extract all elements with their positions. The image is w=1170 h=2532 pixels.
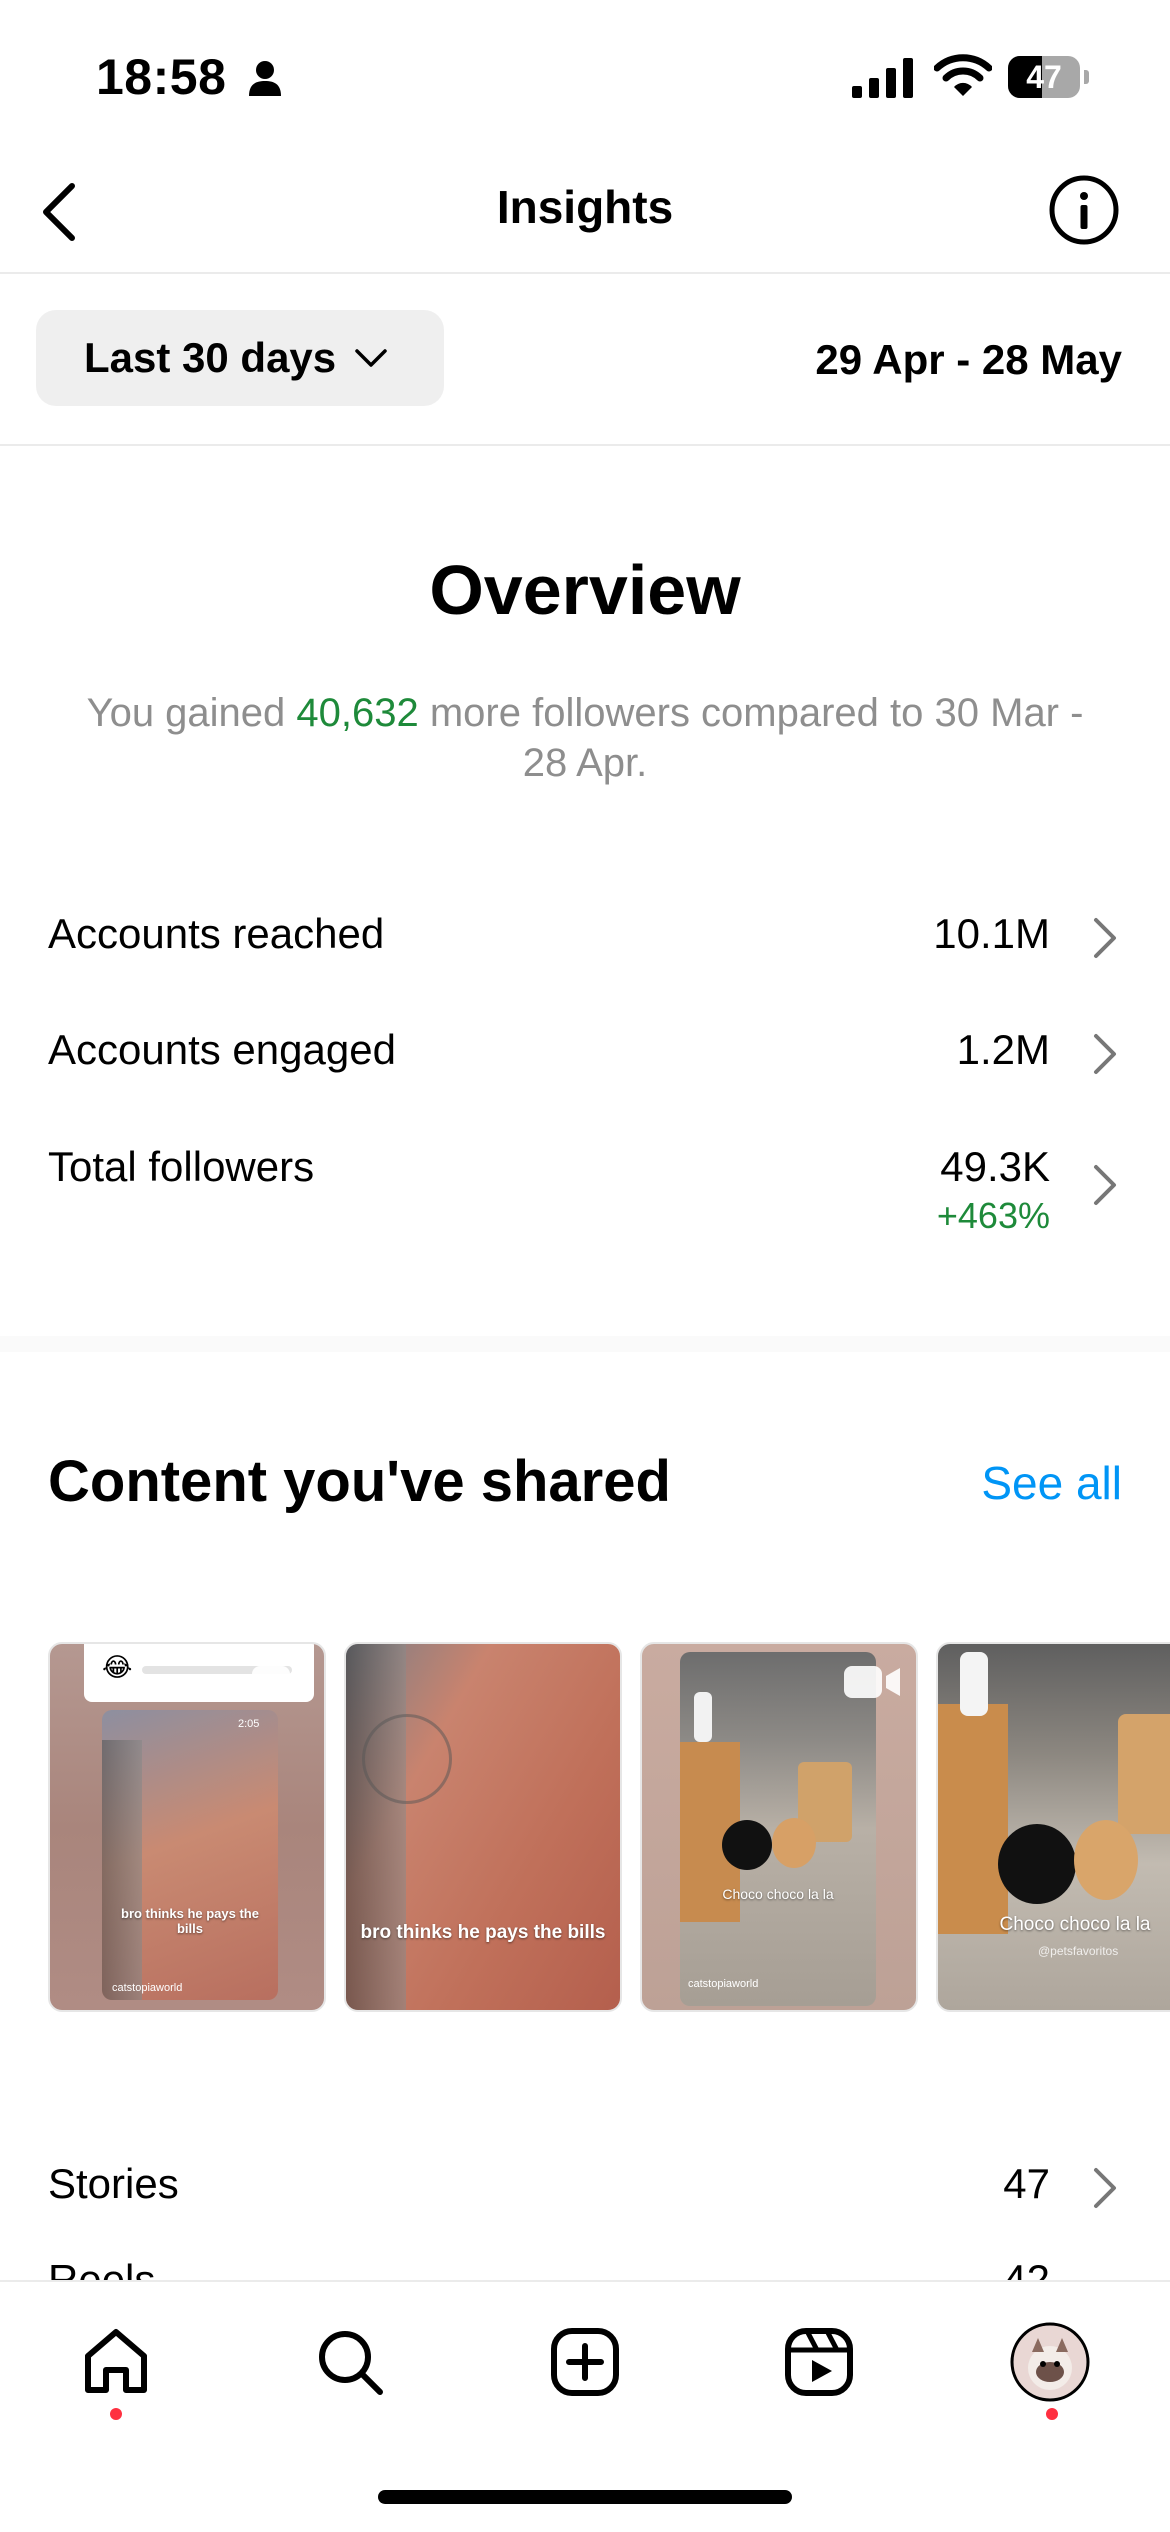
content-thumbnail[interactable]: Choco choco la la @petsfavoritos: [936, 1642, 1170, 2012]
video-camera-icon: [844, 1666, 900, 1698]
content-shared-title: Content you've shared: [48, 1449, 671, 1514]
story-preview: 2:05 bro thinks he pays the bills catsto…: [102, 1710, 278, 2000]
profile-avatar: [1010, 2322, 1090, 2402]
home-icon: [85, 2329, 147, 2393]
cellular-signal-icon: [852, 58, 913, 98]
status-time: 18:58: [96, 49, 227, 105]
overview-title: Overview: [429, 551, 741, 629]
section-divider: [0, 1336, 1170, 1352]
content-thumbnails: 😂 2:05 bro thinks he pays the bills cats…: [48, 1642, 1170, 2014]
metric-row-total-followers[interactable]: Total followers 49.3K +463%: [0, 1113, 1170, 1253]
battery-level-text: 47: [1026, 59, 1062, 95]
thumbnail-handle: catstopiaworld: [112, 1982, 183, 1994]
search-icon: [319, 2331, 383, 2395]
metric-value: 49.3K: [940, 1143, 1050, 1190]
content-thumbnail[interactable]: bro thinks he pays the bills: [344, 1642, 622, 2012]
reels-icon: [785, 2328, 853, 2396]
date-range-label: Last 30 days: [84, 334, 337, 381]
date-filter-row: Last 30 days 29 Apr - 28 May: [0, 274, 1170, 446]
see-all-link[interactable]: See all: [981, 1456, 1122, 1510]
thumbnail-caption: Choco choco la la: [999, 1914, 1151, 1935]
stories-row[interactable]: Stories 47: [0, 2130, 1170, 2230]
tab-create[interactable]: [545, 2322, 625, 2402]
battery-indicator: 47: [1008, 56, 1089, 98]
person-icon: [249, 61, 281, 96]
content-thumbnail[interactable]: 😂 2:05 bro thinks he pays the bills cats…: [48, 1642, 326, 2012]
overview-summary: You gained 40,632 more followers compare…: [80, 688, 1090, 788]
thumbnail-handle: catstopiaworld: [688, 1978, 759, 1990]
reels-label: Reels: [48, 2256, 156, 2282]
wifi-icon: [934, 54, 992, 96]
chevron-right-icon: [1094, 1034, 1116, 1074]
metric-label: Total followers: [48, 1143, 315, 1190]
status-bar: 18:58 47: [0, 0, 1170, 150]
thumbnail-caption: bro thinks he pays the bills: [121, 1906, 259, 1936]
home-indicator: [378, 2490, 792, 2504]
date-range-text: 29 Apr - 28 May: [815, 336, 1122, 383]
summary-prefix: You gained: [86, 691, 297, 735]
story-time: 2:05: [238, 1718, 260, 1730]
stories-label: Stories: [48, 2160, 179, 2207]
summary-suffix: more followers compared to 30 Mar - 28 A…: [418, 691, 1084, 785]
notification-dot: [1046, 2408, 1058, 2420]
metric-row-accounts-reached[interactable]: Accounts reached 10.1M: [0, 880, 1170, 980]
notification-dot: [110, 2408, 122, 2420]
info-icon[interactable]: [1048, 174, 1120, 246]
thumbnail-handle: @petsfavoritos: [1038, 1944, 1119, 1958]
story-preview: Choco choco la la catstopiaworld: [680, 1652, 876, 2006]
metric-row-accounts-engaged[interactable]: Accounts engaged 1.2M: [0, 996, 1170, 1096]
content-thumbnail[interactable]: Choco choco la la catstopiaworld: [640, 1642, 918, 2012]
metric-change: +463%: [936, 1195, 1050, 1236]
laughing-emoji: 😂: [102, 1652, 133, 1682]
tab-home[interactable]: [76, 2322, 156, 2402]
reels-count: 42: [1003, 2256, 1050, 2282]
thumbnail-caption: bro thinks he pays the bills: [360, 1922, 606, 1943]
chevron-right-icon: [1094, 1165, 1116, 1205]
chevron-right-icon: [1094, 918, 1116, 958]
metric-value: 1.2M: [956, 1026, 1050, 1073]
page-title: Insights: [496, 181, 674, 233]
thumbnail-caption: Choco choco la la: [722, 1886, 834, 1902]
metric-value: 10.1M: [933, 910, 1050, 957]
tab-reels[interactable]: [779, 2322, 859, 2402]
metric-label: Accounts reached: [48, 910, 385, 957]
stories-count: 47: [1003, 2160, 1050, 2207]
followers-gained-count: 40,632: [296, 691, 419, 735]
tab-search[interactable]: [310, 2322, 390, 2402]
date-range-dropdown[interactable]: Last 30 days: [36, 310, 444, 406]
video-camera-icon: [252, 1666, 308, 1698]
chevron-right-icon: [1094, 2168, 1116, 2208]
reels-row[interactable]: Reels 42: [0, 2242, 1170, 2282]
chevron-down-icon: [355, 349, 387, 367]
metric-label: Accounts engaged: [48, 1026, 396, 1073]
create-icon: [551, 2328, 619, 2396]
tab-profile[interactable]: [1010, 2322, 1090, 2402]
header: Insights: [0, 150, 1170, 274]
